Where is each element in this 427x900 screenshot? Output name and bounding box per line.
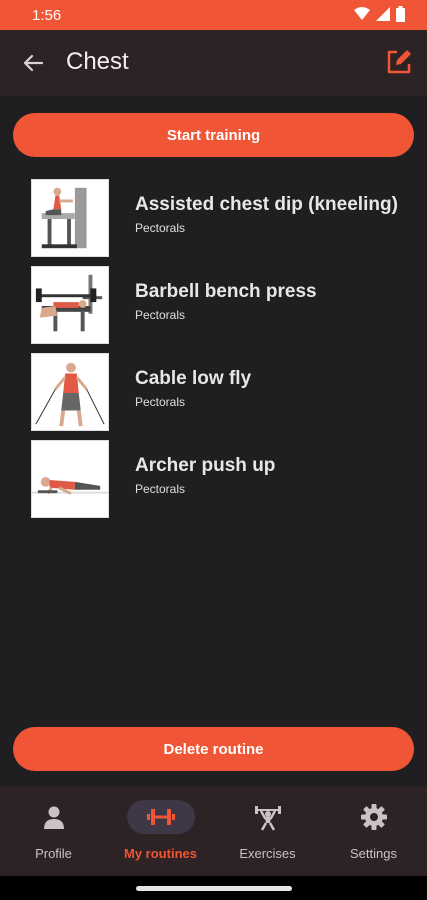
nav-icon-container [20,800,88,834]
status-icons [354,6,405,22]
weightlifter-icon [254,806,281,831]
delete-routine-button[interactable]: Delete routine [13,727,414,771]
nav-label: Settings [350,846,397,861]
start-training-button[interactable]: Start training [13,113,414,157]
nav-item-exercises[interactable]: Exercises [214,786,321,876]
back-button[interactable] [18,48,48,78]
edit-routine-button[interactable] [383,46,415,78]
nav-icon-container [340,800,408,834]
exercise-thumbnail [31,440,109,518]
exercise-muscle: Pectorals [135,308,186,322]
exercise-thumbnail [31,353,109,431]
bottom-nav: Profile My routines Exercises Settings [0,786,427,876]
exercise-muscle: Pectorals [135,482,186,496]
exercise-name: Archer push up [135,455,276,476]
nav-icon-container [126,800,195,834]
edit-icon [387,50,411,74]
person-icon [43,806,64,829]
exercise-muscle: Pectorals [135,395,186,409]
status-time: 1:56 [32,7,62,24]
nav-item-my-routines[interactable]: My routines [107,786,214,876]
exercise-name: Assisted chest dip (kneeling) [135,194,398,215]
exercise-thumbnail [31,266,109,344]
exercise-item[interactable]: Assisted chest dip (kneeling) Pectorals [31,179,411,257]
exercise-item[interactable]: Barbell bench press Pectorals [31,266,411,344]
exercise-item[interactable]: Cable low fly Pectorals [31,353,411,431]
exercise-muscle: Pectorals [135,221,186,235]
gear-icon [360,804,387,830]
gesture-area [0,876,427,900]
status-bar: 1:56 [0,0,427,30]
nav-icon-container [234,800,302,834]
exercise-name: Barbell bench press [135,281,317,302]
archer-push-up-illustration [32,477,108,495]
app-bar: Chest [0,30,427,96]
cable-fly-illustration [35,362,105,427]
arrow-back-icon [23,54,44,72]
gesture-handle[interactable] [136,886,292,891]
exercise-item[interactable]: Archer push up Pectorals [31,440,411,518]
nav-item-settings[interactable]: Settings [320,786,427,876]
nav-label: Exercises [239,846,296,861]
nav-label: Profile [35,846,72,861]
exercise-list: Assisted chest dip (kneeling) Pectorals [31,179,411,527]
routine-content: Start training Assisted chest dip (kneel… [0,96,427,786]
exercise-thumbnail [31,179,109,257]
nav-item-profile[interactable]: Profile [0,786,107,876]
nav-label: My routines [124,846,197,861]
bench-press-illustration [35,274,103,332]
exercise-name: Cable low fly [135,368,252,389]
wifi-icon [354,7,370,20]
chest-dip-illustration [41,187,87,249]
dumbbell-icon [146,809,175,825]
signal-icon [376,7,390,21]
page-title: Chest [66,48,129,75]
battery-icon [396,6,405,22]
